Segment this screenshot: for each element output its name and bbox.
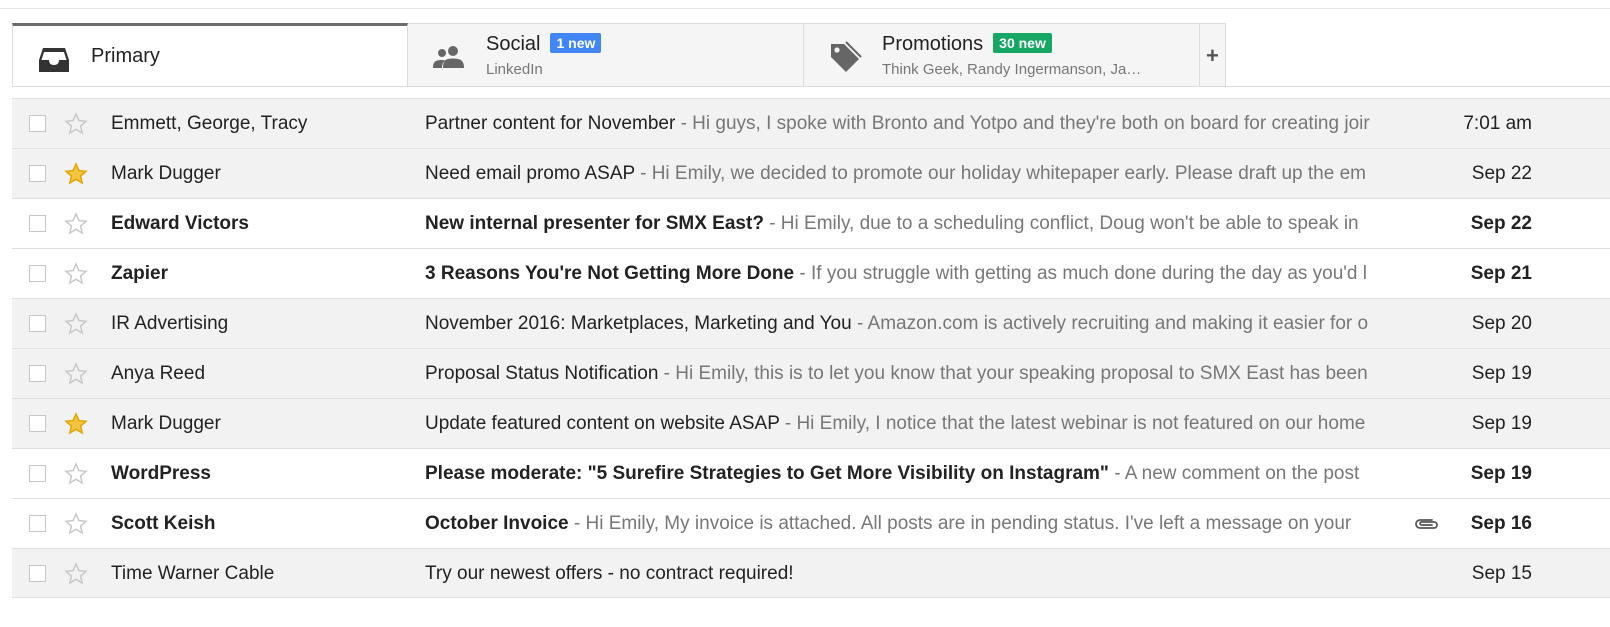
inbox-tabs: Primary Social 1 new LinkedIn Promotions 3… bbox=[12, 23, 1226, 87]
email-row[interactable]: Emmett, George, Tracy Partner content for… bbox=[12, 98, 1610, 148]
tab-social-subtitle: LinkedIn bbox=[486, 61, 543, 78]
email-snippet: - Hi Emily, we decided to promote our ho… bbox=[634, 163, 1366, 184]
star-outline-icon[interactable] bbox=[64, 312, 88, 336]
email-snippet: - Hi Emily, My invoice is attached. All … bbox=[568, 513, 1352, 534]
select-checkbox[interactable] bbox=[29, 165, 46, 182]
sender-name: Mark Dugger bbox=[111, 413, 221, 434]
star-outline-icon[interactable] bbox=[64, 512, 88, 536]
promotions-new-badge: 30 new bbox=[993, 33, 1052, 53]
inbox-icon bbox=[39, 48, 69, 72]
email-date: Sep 19 bbox=[1470, 463, 1532, 484]
tab-promotions-subtitle: Think Geek, Randy Ingermanson, Ja… bbox=[882, 61, 1142, 78]
email-date: Sep 22 bbox=[1471, 163, 1532, 184]
select-checkbox[interactable] bbox=[29, 565, 46, 582]
email-content: November 2016: Marketplaces, Marketing a… bbox=[425, 313, 1399, 335]
select-checkbox[interactable] bbox=[29, 115, 46, 132]
email-snippet: - If you struggle with getting as much d… bbox=[794, 263, 1367, 284]
email-date: 7:01 am bbox=[1463, 113, 1532, 134]
tab-primary[interactable]: Primary bbox=[12, 23, 408, 87]
email-date: Sep 21 bbox=[1470, 263, 1532, 284]
select-checkbox[interactable] bbox=[29, 415, 46, 432]
email-date: Sep 19 bbox=[1471, 413, 1532, 434]
sender-name: Scott Keish bbox=[111, 513, 216, 534]
email-content: 3 Reasons You're Not Getting More Done -… bbox=[425, 263, 1399, 285]
email-content: Need email promo ASAP - Hi Emily, we dec… bbox=[425, 163, 1399, 185]
social-new-badge: 1 new bbox=[550, 33, 602, 53]
star-outline-icon[interactable] bbox=[64, 262, 88, 286]
sender-name: Time Warner Cable bbox=[111, 563, 275, 584]
sender-name: WordPress bbox=[111, 463, 211, 484]
star-outline-icon[interactable] bbox=[64, 212, 88, 236]
plus-icon: + bbox=[1206, 43, 1219, 68]
tab-promotions[interactable]: Promotions 30 new Think Geek, Randy Inger… bbox=[804, 23, 1200, 87]
email-date: Sep 16 bbox=[1470, 513, 1532, 534]
email-subject: Need email promo ASAP bbox=[425, 163, 635, 184]
email-content: Update featured content on website ASAP … bbox=[425, 413, 1399, 435]
email-subject: Try our newest offers - no contract requ… bbox=[425, 563, 794, 584]
email-row[interactable]: WordPress Please moderate: "5 Surefire St… bbox=[12, 448, 1610, 498]
email-subject: Please moderate: "5 Surefire Strategies … bbox=[425, 463, 1109, 484]
email-subject: New internal presenter for SMX East? bbox=[425, 213, 764, 234]
email-row[interactable]: Anya Reed Proposal Status Notification - … bbox=[12, 348, 1610, 398]
people-icon bbox=[433, 46, 464, 68]
email-row[interactable]: Time Warner Cable Try our newest offers -… bbox=[12, 548, 1610, 598]
email-subject: Partner content for November bbox=[425, 113, 676, 134]
sender-name: Edward Victors bbox=[111, 213, 249, 234]
email-content: Try our newest offers - no contract requ… bbox=[425, 563, 1399, 585]
email-subject: Update featured content on website ASAP bbox=[425, 413, 780, 434]
email-row[interactable]: Edward Victors New internal presenter for… bbox=[12, 198, 1610, 248]
select-checkbox[interactable] bbox=[29, 365, 46, 382]
add-tab-button[interactable]: + bbox=[1200, 23, 1226, 87]
select-checkbox[interactable] bbox=[29, 315, 46, 332]
email-content: New internal presenter for SMX East? - H… bbox=[425, 213, 1399, 235]
tab-social-label: Social 1 new bbox=[486, 33, 602, 56]
select-checkbox[interactable] bbox=[29, 215, 46, 232]
star-outline-icon[interactable] bbox=[64, 462, 88, 486]
email-snippet: - Hi guys, I spoke with Bronto and Yotpo… bbox=[675, 113, 1370, 134]
email-subject: October Invoice bbox=[425, 513, 569, 534]
star-outline-icon[interactable] bbox=[64, 562, 88, 586]
select-checkbox[interactable] bbox=[29, 515, 46, 532]
select-checkbox[interactable] bbox=[29, 265, 46, 282]
sender-name: Emmett, George, Tracy bbox=[111, 113, 308, 134]
email-snippet: - Amazon.com is actively recruiting and … bbox=[851, 313, 1369, 334]
email-row[interactable]: IR Advertising November 2016: Marketplace… bbox=[12, 298, 1610, 348]
top-divider bbox=[0, 8, 1610, 9]
email-content: Partner content for November - Hi guys, … bbox=[425, 113, 1399, 135]
tab-social[interactable]: Social 1 new LinkedIn bbox=[408, 23, 804, 87]
email-snippet: - Hi Emily, this is to let you know that… bbox=[658, 363, 1368, 384]
tag-icon bbox=[831, 41, 862, 72]
email-snippet: - A new comment on the post bbox=[1108, 463, 1360, 484]
email-list: Emmett, George, Tracy Partner content for… bbox=[12, 98, 1610, 598]
email-subject: November 2016: Marketplaces, Marketing a… bbox=[425, 313, 852, 334]
email-date: Sep 15 bbox=[1471, 563, 1532, 584]
email-row[interactable]: Zapier 3 Reasons You're Not Getting More … bbox=[12, 248, 1610, 298]
sender-name: Mark Dugger bbox=[111, 163, 221, 184]
email-subject: Proposal Status Notification bbox=[425, 363, 659, 384]
star-filled-icon[interactable] bbox=[64, 162, 88, 186]
star-outline-icon[interactable] bbox=[64, 112, 88, 136]
email-row[interactable]: Scott Keish October Invoice - Hi Emily, M… bbox=[12, 498, 1610, 548]
star-filled-icon[interactable] bbox=[64, 412, 88, 436]
email-row[interactable]: Mark Dugger Need email promo ASAP - Hi Em… bbox=[12, 148, 1610, 198]
sender-name: Zapier bbox=[111, 263, 169, 284]
paperclip-icon bbox=[1415, 519, 1438, 529]
email-content: Please moderate: "5 Surefire Strategies … bbox=[425, 463, 1399, 485]
tab-promotions-label: Promotions 30 new bbox=[882, 33, 1052, 56]
sender-name: IR Advertising bbox=[111, 313, 229, 334]
email-snippet: - Hi Emily, I notice that the latest web… bbox=[779, 413, 1366, 434]
email-date: Sep 22 bbox=[1470, 213, 1532, 234]
star-outline-icon[interactable] bbox=[64, 362, 88, 386]
email-content: Proposal Status Notification - Hi Emily,… bbox=[425, 363, 1399, 385]
tab-primary-label: Primary bbox=[91, 45, 160, 67]
email-row[interactable]: Mark Dugger Update featured content on we… bbox=[12, 398, 1610, 448]
email-subject: 3 Reasons You're Not Getting More Done bbox=[425, 263, 795, 284]
tabs-divider bbox=[12, 86, 1610, 87]
select-checkbox[interactable] bbox=[29, 465, 46, 482]
email-content: October Invoice - Hi Emily, My invoice i… bbox=[425, 513, 1399, 535]
email-date: Sep 20 bbox=[1471, 313, 1532, 334]
email-snippet: - Hi Emily, due to a scheduling conflict… bbox=[763, 213, 1359, 234]
sender-name: Anya Reed bbox=[111, 363, 206, 384]
email-date: Sep 19 bbox=[1471, 363, 1532, 384]
